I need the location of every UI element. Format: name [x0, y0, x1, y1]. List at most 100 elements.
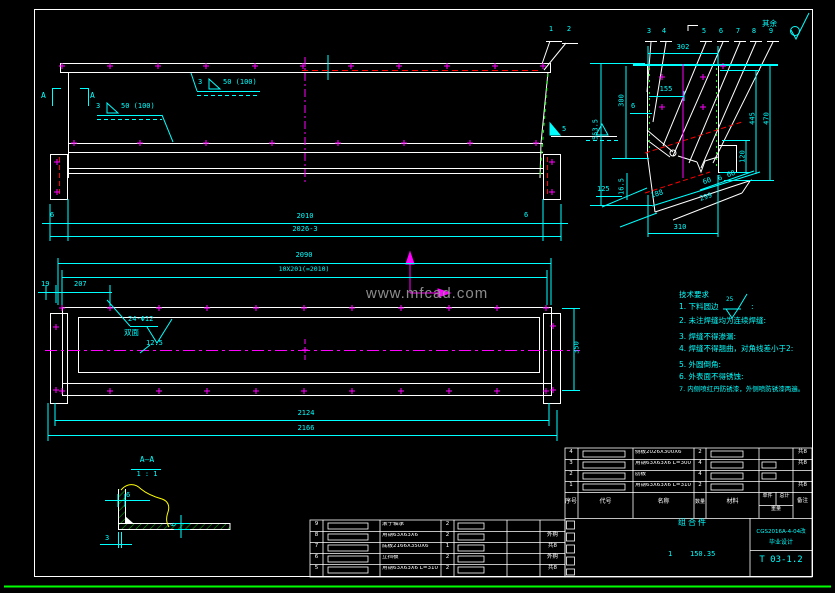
tr-line-5: 5. 外圆倒角:: [679, 361, 721, 369]
title-drawing-number: T 03-1.2: [752, 556, 810, 565]
elevation-weld-symbols: [53, 55, 619, 142]
bom-right-row-seq: 3: [564, 461, 578, 467]
dt-dim-165: 16.5: [619, 172, 626, 202]
dt-callout-6: 6: [716, 28, 726, 35]
bom-bottom-row-qty: 1: [441, 544, 454, 550]
bom-bottom-row-seq: 7: [310, 544, 323, 550]
ev-dim-6-left: 6: [50, 212, 54, 219]
dt-rest-note: 其余: [762, 20, 777, 28]
dt-callout-7: 7: [733, 28, 743, 35]
dt-callout-4: 4: [659, 28, 669, 35]
tr-line-7: 7. 内侧喷红丹防锈漆，外侧喷防锈漆两遍。: [679, 386, 804, 393]
dt-dim-302: 302: [665, 44, 701, 51]
section-aa: [100, 470, 230, 549]
bom-bottom-row-qty: 2: [441, 555, 454, 561]
ev-dim-2026: 2026-3: [281, 226, 329, 233]
pl-dim-spacing: 10X201(=2010): [262, 266, 346, 273]
aa-title: A—A: [130, 456, 164, 464]
dt-dim-6a: 6: [631, 103, 635, 110]
bom-right-row-seq: 4: [564, 450, 578, 456]
pl-dim-2166: 2166: [286, 425, 326, 432]
ev-weld-top-size: 3: [198, 79, 202, 86]
aa-dim-3: 3: [105, 535, 109, 542]
cad-canvas: 1 2 A A 3 50 (100) 3 50 (100) 5 6 2010 2…: [0, 0, 835, 593]
pl-holes-note: 24-Φ12: [128, 316, 153, 323]
bom-right-row-qty: 2: [694, 450, 706, 456]
bom-right-row-name: 肋板: [635, 472, 694, 478]
bom-right-row-seq: 2: [564, 472, 578, 478]
bom-bottom-row-name: 滚子轴承: [382, 522, 440, 528]
pl-dim-2090: 2090: [284, 252, 324, 259]
bom-bottom-row-seq: 9: [310, 522, 323, 528]
bom-bottom-row-seq: 8: [310, 533, 323, 539]
bom-bottom-row-name: 角钢63X63X6 L=310: [382, 566, 440, 572]
title-project-code: CGS2016A-4-04改: [752, 530, 810, 536]
tr-line-1-colon: :: [751, 303, 754, 311]
dt-callout-8: 8: [749, 28, 759, 35]
aa-scale: 1 : 1: [130, 471, 164, 478]
elevation-hidden-lines: [60, 71, 548, 198]
aa-dim-6-right: 6: [171, 519, 178, 531]
bom-bottom-row-remark: 外购: [540, 533, 565, 539]
tr-line-4: 4. 焊缝不得翘曲，对角线差小于2:: [679, 345, 793, 353]
bom-header-unit: 单件: [759, 494, 776, 499]
ev-weld-top-spec: 50 (100): [223, 79, 257, 86]
dt-dim-125: 125: [597, 186, 610, 193]
dt-dim-155: 155: [650, 86, 682, 93]
title-part-name: 组合件: [678, 519, 708, 527]
title-scale: 1: [668, 551, 672, 558]
bom-bottom-row-name: 立挡板: [382, 555, 440, 561]
dt-dim-310: 310: [666, 224, 694, 231]
dt-callout-5: 5: [699, 28, 709, 35]
tr-line-6: 6. 外表面不得锈蚀:: [679, 373, 744, 381]
bom-header-weight: 重量: [759, 507, 793, 512]
pl-dim-19: 19: [41, 281, 49, 288]
aa-dim-6-top: 6: [126, 492, 130, 499]
ev-weld-right-size: 5: [562, 126, 566, 133]
bom-header-seq: 序号: [564, 499, 578, 505]
bom-bottom-row-qty: 2: [441, 533, 454, 539]
ev-callout-2: 2: [564, 26, 574, 33]
ev-section-mark-a-right: A: [90, 92, 95, 100]
bom-bottom-row-name: 角钢63X63X6: [382, 533, 440, 539]
pl-dim-350: 350: [574, 333, 581, 363]
ev-dim-6-right: 6: [524, 212, 528, 219]
dt-dim-470: 470: [764, 104, 771, 134]
tr-roughness-value: 25: [726, 297, 733, 303]
dt-dim-445: 445: [750, 104, 757, 134]
ev-weld-mid-spec: 50 (100): [121, 103, 155, 110]
bom-right-row-name: 侧板2026X300X6: [635, 450, 694, 456]
pl-dim-2124: 2124: [286, 410, 326, 417]
bom-header-material: 材料: [706, 499, 759, 505]
elevation-view: [51, 41, 618, 200]
dt-dim-120: 120: [740, 142, 747, 172]
bom-bottom-row-qty: 2: [441, 566, 454, 572]
dt-callout-9: 9: [766, 28, 776, 35]
bom-header-name: 名称: [633, 499, 694, 505]
tr-title: 技术要求: [679, 291, 709, 299]
bom-right-row-name: 角钢63X63X6 L=300: [635, 461, 694, 467]
bom-right-row-qty: 4: [694, 472, 706, 478]
bom-bottom-row-remark: 外购: [540, 555, 565, 561]
ev-callout-1: 1: [546, 26, 556, 33]
bom-right-row-remark: 共8: [793, 461, 812, 467]
pl-dim-207: 207: [74, 281, 87, 288]
tr-line-3: 3. 焊缝不得渗漏:: [679, 333, 736, 341]
bom-bottom-row-remark: 共8: [540, 566, 565, 572]
watermark: www.mfcad.com: [366, 286, 488, 301]
bom-right-row-name: 角钢63X63X6 L=310: [635, 483, 694, 489]
bom-bottom-row-remark: 共8: [540, 544, 565, 550]
ev-dim-2010: 2010: [285, 213, 325, 220]
bom-right-row-remark: 共8: [793, 483, 812, 489]
bom-header-code: 代号: [578, 499, 633, 505]
bom-bottom-row-seq: 6: [310, 555, 323, 561]
title-weight: 150.35: [690, 551, 715, 558]
ev-weld-mid-size: 3: [96, 103, 100, 110]
pl-roughness-value: 12.5: [146, 340, 163, 347]
bom-right-row-qty: 4: [694, 461, 706, 467]
dt-dim-300: 300: [619, 86, 626, 116]
bom-header-total: 总计: [776, 494, 793, 499]
bom-right-row-remark: 共8: [793, 450, 812, 456]
title-project-name: 毕业设计: [752, 540, 810, 546]
ev-section-mark-a-left: A: [41, 92, 46, 100]
